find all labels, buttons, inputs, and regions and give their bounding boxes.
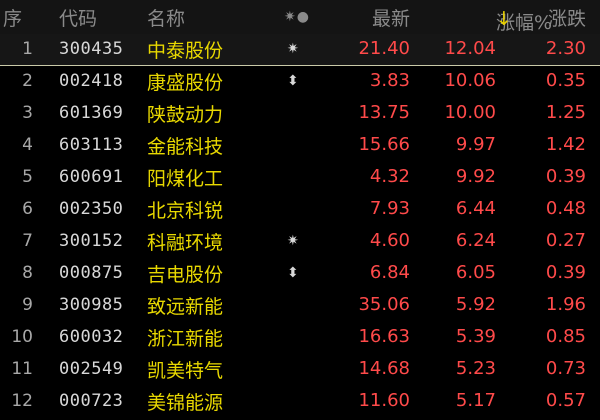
table-row[interactable]: 7 300152 科融环境 ✷ 4.60 6.24 0.27 bbox=[0, 226, 600, 258]
row-code: 000723 bbox=[59, 391, 124, 411]
row-pct-change: 6.44 bbox=[455, 198, 496, 219]
row-change: 0.27 bbox=[545, 230, 586, 251]
row-change: 0.48 bbox=[545, 198, 586, 219]
row-seq: 6 bbox=[22, 199, 33, 219]
row-code: 603113 bbox=[59, 135, 124, 155]
column-header-price[interactable]: 最新 bbox=[372, 4, 410, 31]
row-price: 4.60 bbox=[369, 230, 410, 251]
row-flag-icon: ⬍ bbox=[287, 73, 299, 89]
row-price: 14.68 bbox=[358, 358, 410, 379]
column-header-name[interactable]: 名称 bbox=[147, 4, 185, 31]
row-price: 15.66 bbox=[358, 134, 410, 155]
row-code: 002418 bbox=[59, 71, 124, 91]
row-pct-change: 6.05 bbox=[455, 262, 496, 283]
stock-list-screen: 序 代码 名称 ✷● 最新 涨幅% ↓ 涨跌 1 300435 中泰股份 ✷ 21.40 1… bbox=[0, 0, 600, 420]
row-name: 浙江新能 bbox=[147, 328, 224, 350]
row-name: 美锦能源 bbox=[147, 392, 224, 414]
row-pct-change: 6.24 bbox=[455, 230, 496, 251]
row-pct-change: 5.92 bbox=[455, 294, 496, 315]
row-flag-icon: ✷ bbox=[287, 233, 299, 249]
table-row[interactable]: 11 002549 凯美特气 14.68 5.23 0.73 bbox=[0, 354, 600, 386]
row-name: 致远新能 bbox=[147, 296, 224, 318]
row-seq: 12 bbox=[11, 391, 33, 411]
row-code: 600691 bbox=[59, 167, 124, 187]
stock-table-body: 1 300435 中泰股份 ✷ 21.40 12.04 2.30 2 002418 康盛股份 ⬍ 3.… bbox=[0, 34, 600, 418]
row-name: 阳煤化工 bbox=[147, 168, 224, 190]
row-change: 1.25 bbox=[545, 102, 586, 123]
row-name: 北京科锐 bbox=[147, 200, 224, 222]
row-seq: 5 bbox=[22, 167, 33, 187]
table-row[interactable]: 1 300435 中泰股份 ✷ 21.40 12.04 2.30 bbox=[0, 34, 600, 66]
row-seq: 4 bbox=[22, 135, 33, 155]
table-row[interactable]: 4 603113 金能科技 15.66 9.97 1.42 bbox=[0, 130, 600, 162]
row-pct-change: 12.04 bbox=[444, 38, 496, 59]
row-pct-change: 9.92 bbox=[455, 166, 496, 187]
row-code: 300985 bbox=[59, 295, 124, 315]
row-pct-change: 5.23 bbox=[455, 358, 496, 379]
row-price: 6.84 bbox=[369, 262, 410, 283]
table-row[interactable]: 8 000875 吉电股份 ⬍ 6.84 6.05 0.39 bbox=[0, 258, 600, 290]
table-row[interactable]: 3 601369 陕鼓动力 13.75 10.00 1.25 bbox=[0, 98, 600, 130]
row-code: 600032 bbox=[59, 327, 124, 347]
column-header-seq[interactable]: 序 bbox=[3, 4, 22, 31]
row-pct-change: 5.39 bbox=[455, 326, 496, 347]
row-name: 陕鼓动力 bbox=[147, 104, 224, 126]
row-change: 1.96 bbox=[545, 294, 586, 315]
table-row[interactable]: 6 002350 北京科锐 7.93 6.44 0.48 bbox=[0, 194, 600, 226]
row-code: 300435 bbox=[59, 39, 124, 59]
row-change: 1.42 bbox=[545, 134, 586, 155]
row-code: 300152 bbox=[59, 231, 124, 251]
row-pct-change: 5.17 bbox=[455, 390, 496, 411]
sort-desc-icon: ↓ bbox=[496, 8, 512, 30]
row-pct-change: 9.97 bbox=[455, 134, 496, 155]
row-name: 凯美特气 bbox=[147, 360, 224, 382]
row-price: 7.93 bbox=[369, 198, 410, 219]
row-price: 13.75 bbox=[358, 102, 410, 123]
table-row[interactable]: 10 600032 浙江新能 16.63 5.39 0.85 bbox=[0, 322, 600, 354]
row-name: 科融环境 bbox=[147, 232, 224, 254]
row-seq: 8 bbox=[22, 263, 33, 283]
table-row[interactable]: 9 300985 致远新能 35.06 5.92 1.96 bbox=[0, 290, 600, 322]
row-change: 0.57 bbox=[545, 390, 586, 411]
row-change: 0.85 bbox=[545, 326, 586, 347]
row-code: 000875 bbox=[59, 263, 124, 283]
row-price: 21.40 bbox=[358, 38, 410, 59]
column-header-code[interactable]: 代码 bbox=[59, 4, 97, 31]
column-header-change[interactable]: 涨跌 bbox=[548, 4, 586, 31]
row-price: 3.83 bbox=[369, 70, 410, 91]
row-code: 002350 bbox=[59, 199, 124, 219]
row-flag-icon: ✷ bbox=[287, 41, 299, 57]
row-name: 吉电股份 bbox=[147, 264, 224, 286]
table-row[interactable]: 5 600691 阳煤化工 4.32 9.92 0.39 bbox=[0, 162, 600, 194]
row-seq: 7 bbox=[22, 231, 33, 251]
row-price: 4.32 bbox=[369, 166, 410, 187]
row-seq: 3 bbox=[22, 103, 33, 123]
row-name: 中泰股份 bbox=[147, 40, 224, 62]
row-seq: 2 bbox=[22, 71, 33, 91]
row-change: 0.73 bbox=[545, 358, 586, 379]
row-price: 11.60 bbox=[358, 390, 410, 411]
row-flag-icon: ⬍ bbox=[287, 265, 299, 281]
row-seq: 11 bbox=[11, 359, 33, 379]
row-seq: 10 bbox=[11, 327, 33, 347]
row-seq: 1 bbox=[22, 39, 33, 59]
row-name: 康盛股份 bbox=[147, 72, 224, 94]
row-name: 金能科技 bbox=[147, 136, 224, 158]
row-change: 0.35 bbox=[545, 70, 586, 91]
row-pct-change: 10.00 bbox=[444, 102, 496, 123]
row-price: 35.06 bbox=[358, 294, 410, 315]
table-row[interactable]: 12 000723 美锦能源 11.60 5.17 0.57 bbox=[0, 386, 600, 418]
column-header-flags-icon[interactable]: ✷● bbox=[284, 9, 310, 25]
row-change: 0.39 bbox=[545, 262, 586, 283]
table-row[interactable]: 2 002418 康盛股份 ⬍ 3.83 10.06 0.35 bbox=[0, 66, 600, 98]
row-change: 0.39 bbox=[545, 166, 586, 187]
row-change: 2.30 bbox=[545, 38, 586, 59]
row-seq: 9 bbox=[22, 295, 33, 315]
row-pct-change: 10.06 bbox=[444, 70, 496, 91]
row-price: 16.63 bbox=[358, 326, 410, 347]
row-code: 002549 bbox=[59, 359, 124, 379]
column-header-bar: 序 代码 名称 ✷● 最新 涨幅% ↓ 涨跌 bbox=[0, 0, 600, 34]
row-code: 601369 bbox=[59, 103, 124, 123]
